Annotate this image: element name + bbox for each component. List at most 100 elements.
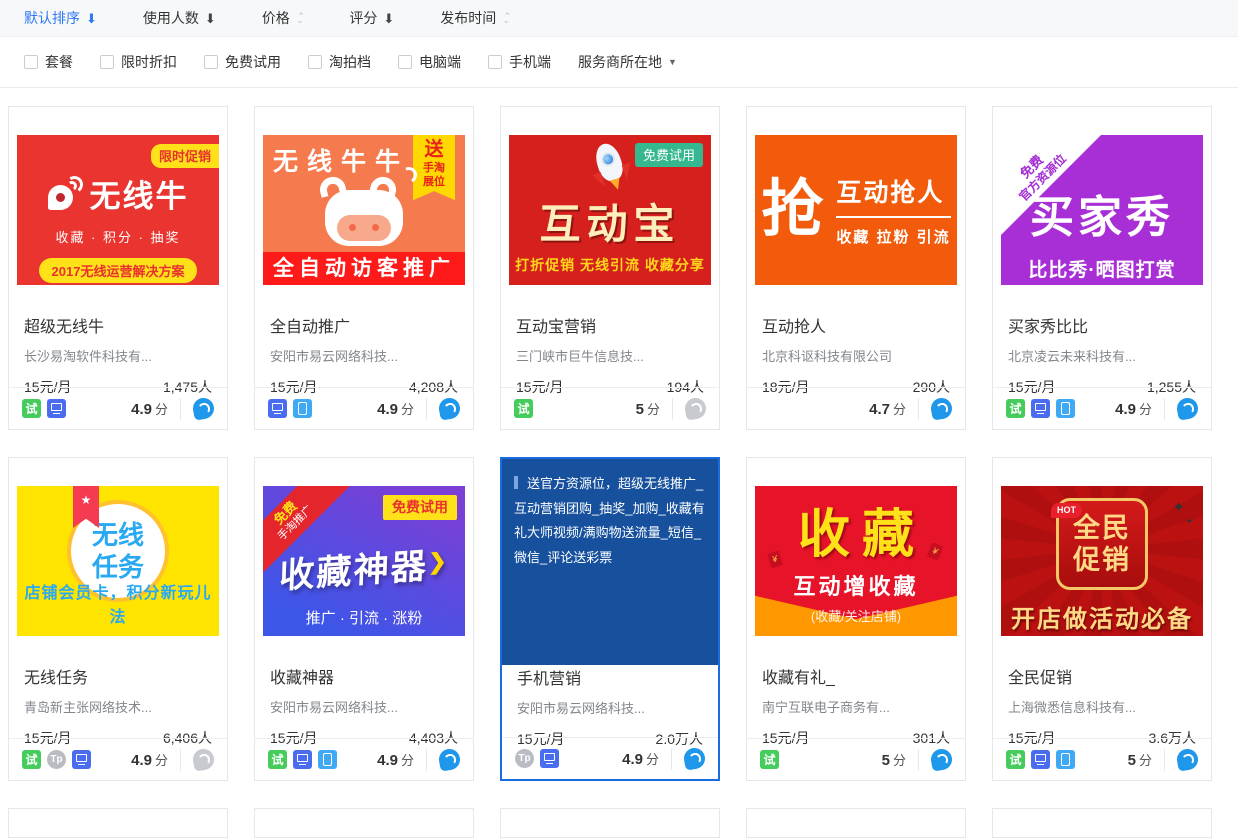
free-trial-badge: 免费试用 <box>383 495 457 520</box>
app-banner-area[interactable]: 免费手淘推广免费试用收藏神器❯推广 · 引流 · 涨粉 <box>263 486 465 636</box>
app-company: 青岛新主张网络技术... <box>24 697 212 716</box>
checkbox-icon[interactable] <box>204 55 218 69</box>
hover-description-panel: 送官方资源位，超级无线推广_互动营销团购_抽奖_加购_收藏有礼大师视频/满购物送… <box>502 459 718 665</box>
wangwang-chat-icon[interactable] <box>1175 747 1199 771</box>
filter-checkbox-item-4[interactable]: 淘拍档 <box>308 52 371 72</box>
wangwang-chat-icon[interactable] <box>683 396 707 420</box>
app-title[interactable]: 收藏有礼_ <box>762 664 950 688</box>
app-info: 互动抢人北京科讴科技有限公司18元/月290人 <box>762 307 950 397</box>
ribbon-text: 展位 <box>413 176 455 190</box>
sort-option-label: 发布时间 <box>440 8 496 28</box>
desktop-icon <box>268 399 287 418</box>
app-rating: 4.9分 <box>1115 399 1152 418</box>
app-card[interactable] <box>746 808 966 838</box>
trial-badge-icon: 试 <box>514 399 533 418</box>
app-banner-area[interactable]: 免费试用互动宝打折促销 无线引流 收藏分享 <box>509 135 711 285</box>
app-title[interactable]: 手机营销 <box>517 665 703 689</box>
filter-checkbox-item-2[interactable]: 限时折扣 <box>100 52 177 72</box>
caret-down-icon: ⌄ <box>502 18 510 22</box>
app-card[interactable]: 抢互动抢人收藏 拉粉 引流互动抢人北京科讴科技有限公司18元/月290人 4.7分 <box>746 106 966 430</box>
app-banner-area[interactable]: ✦✦HOT全民促销开店做活动必备提升店铺销量 <box>1001 486 1203 636</box>
app-card[interactable]: 无线牛牛送手淘展位全自动访客推广全自动推广安阳市易云网络科技...15元/月4,… <box>254 106 474 430</box>
app-card[interactable]: ★无线任务店铺会员卡，积分新玩儿法无线任务青岛新主张网络技术...15元/月6,… <box>8 457 228 781</box>
trial-badge-icon: 试 <box>22 750 41 769</box>
desktop-icon <box>47 399 66 418</box>
provider-location-dropdown[interactable]: 服务商所在地▼ <box>578 52 677 72</box>
wangwang-chat-icon[interactable] <box>437 396 461 420</box>
wangwang-chat-icon[interactable] <box>437 747 461 771</box>
app-card[interactable]: 送官方资源位，超级无线推广_互动营销团购_抽奖_加购_收藏有礼大师视频/满购物送… <box>500 457 720 781</box>
app-card-footer: 试5分 <box>501 387 719 429</box>
banner-subtitle: 开店做活动必备 <box>1001 599 1203 634</box>
sort-option-1[interactable]: 默认排序⬇ <box>24 8 97 28</box>
app-title[interactable]: 全自动推广 <box>270 313 458 337</box>
app-banner: ✦✦HOT全民促销开店做活动必备提升店铺销量 <box>1001 486 1203 636</box>
sparkle-icon: ✦ <box>1185 516 1193 527</box>
app-card[interactable]: 限时促销无线牛收藏 · 积分 · 抽奖2017无线运营解决方案超级无线牛长沙易淘… <box>8 106 228 430</box>
filter-checkbox-item-3[interactable]: 免费试用 <box>204 52 281 72</box>
app-title[interactable]: 无线任务 <box>24 664 212 688</box>
app-card-footer: 试Tp4.9分 <box>9 738 227 780</box>
app-title[interactable]: 互动宝营销 <box>516 313 704 337</box>
app-title[interactable]: 收藏神器 <box>270 664 458 688</box>
banner-title: 收藏神器❯ <box>263 535 465 600</box>
app-card-footer: 试5分 <box>993 738 1211 780</box>
app-banner: 抢互动抢人收藏 拉粉 引流 <box>755 135 957 285</box>
app-card[interactable]: ¥¥收藏互动增收藏(收藏/关注店铺)收藏有礼_南宁互联电子商务有...15元/月… <box>746 457 966 781</box>
app-banner-area[interactable]: ¥¥收藏互动增收藏(收藏/关注店铺) <box>755 486 957 636</box>
app-card[interactable] <box>500 808 720 838</box>
app-banner-area[interactable]: 无线牛牛送手淘展位全自动访客推广 <box>263 135 465 285</box>
checkbox-icon[interactable] <box>488 55 502 69</box>
caret-down-icon: ⌄ <box>296 18 304 22</box>
app-title[interactable]: 买家秀比比 <box>1008 313 1196 337</box>
platform-icons: 试 <box>514 399 533 418</box>
app-card[interactable]: ✦✦HOT全民促销开店做活动必备提升店铺销量全民促销上海微悉信息科技有...15… <box>992 457 1212 781</box>
banner-title: 收藏 <box>755 492 957 567</box>
app-rating: 4.7分 <box>869 399 906 418</box>
wangwang-chat-icon[interactable] <box>191 747 215 771</box>
sort-option-5[interactable]: 发布时间⌃⌄ <box>440 8 510 28</box>
filter-checkbox-item-6[interactable]: 手机端 <box>488 52 551 72</box>
app-card[interactable]: 免费官方资源位买家秀比比秀·晒图打赏买家秀比比北京凌云未来科技有...15元/月… <box>992 106 1212 430</box>
app-description: 送官方资源位，超级无线推广_互动营销团购_抽奖_加购_收藏有礼大师视频/满购物送… <box>514 476 705 565</box>
filter-checkbox-item-1[interactable]: 套餐 <box>24 52 73 72</box>
sort-option-3[interactable]: 价格⌃⌄ <box>262 8 304 28</box>
app-card[interactable] <box>8 808 228 838</box>
wangwang-chat-icon[interactable] <box>682 746 706 770</box>
app-banner-area[interactable]: 限时促销无线牛收藏 · 积分 · 抽奖2017无线运营解决方案 <box>17 135 219 285</box>
free-trial-badge: 免费试用 <box>635 143 703 167</box>
checkbox-icon[interactable] <box>398 55 412 69</box>
wangwang-chat-icon[interactable] <box>1175 396 1199 420</box>
app-title[interactable]: 超级无线牛 <box>24 313 212 337</box>
sort-option-4[interactable]: 评分⬇ <box>349 8 394 28</box>
banner-text-col: 互动抢人收藏 拉粉 引流 <box>836 173 950 247</box>
app-card-footer: 试 4.9分 <box>993 387 1211 429</box>
app-title[interactable]: 互动抢人 <box>762 313 950 337</box>
checkbox-icon[interactable] <box>100 55 114 69</box>
filter-checkbox-item-5[interactable]: 电脑端 <box>398 52 461 72</box>
app-card[interactable] <box>992 808 1212 838</box>
filter-label: 手机端 <box>509 52 551 72</box>
app-card[interactable]: 免费手淘推广免费试用收藏神器❯推广 · 引流 · 涨粉收藏神器安阳市易云网络科技… <box>254 457 474 781</box>
accent-chevron-icon: ❯ <box>428 548 449 574</box>
footer-divider <box>918 398 919 420</box>
app-company: 安阳市易云网络科技... <box>270 346 458 365</box>
app-banner-area[interactable]: ★无线任务店铺会员卡，积分新玩儿法 <box>17 486 219 636</box>
wangwang-chat-icon[interactable] <box>191 396 215 420</box>
wangwang-chat-icon[interactable] <box>929 396 953 420</box>
sort-option-2[interactable]: 使用人数⬇ <box>143 8 216 28</box>
ribbon-text: 手淘 <box>413 162 455 176</box>
app-info: 手机营销安阳市易云网络科技...15元/月2.0万人 <box>517 659 703 749</box>
app-card[interactable] <box>254 808 474 838</box>
app-banner-area[interactable]: 抢互动抢人收藏 拉粉 引流 <box>755 135 957 285</box>
app-title[interactable]: 全民促销 <box>1008 664 1196 688</box>
trial-badge-icon: 试 <box>1006 399 1025 418</box>
app-card[interactable]: 免费试用互动宝打折促销 无线引流 收藏分享互动宝营销三门峡市巨牛信息技...15… <box>500 106 720 430</box>
app-info: 全民促销上海微悉信息科技有...15元/月3.6万人 <box>1008 658 1196 748</box>
platform-icons: 试 <box>1006 399 1075 418</box>
wangwang-chat-icon[interactable] <box>929 747 953 771</box>
app-info: 买家秀比比北京凌云未来科技有...15元/月1,255人 <box>1008 307 1196 397</box>
checkbox-icon[interactable] <box>308 55 322 69</box>
checkbox-icon[interactable] <box>24 55 38 69</box>
app-banner-area[interactable]: 免费官方资源位买家秀比比秀·晒图打赏 <box>1001 135 1203 285</box>
